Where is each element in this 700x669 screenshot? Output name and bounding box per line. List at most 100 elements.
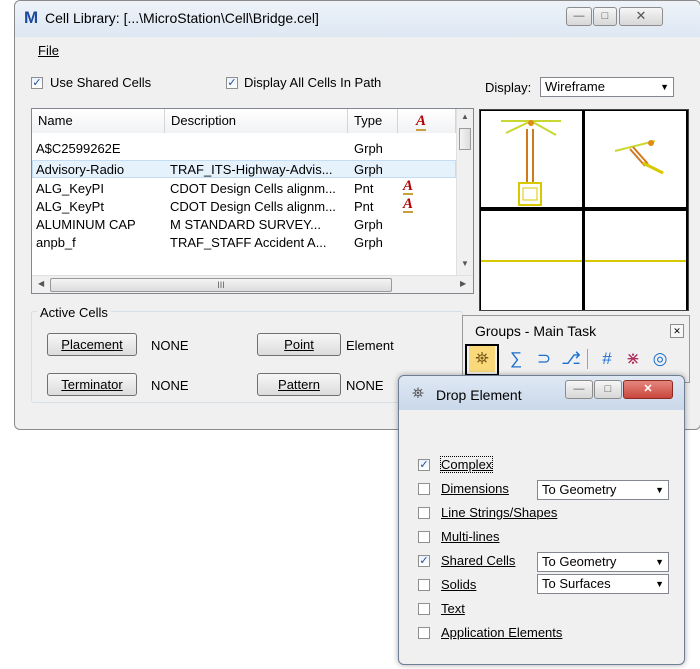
scroll-up-icon[interactable]: ▲ [461, 112, 469, 121]
horizontal-scrollbar[interactable]: ◀ III ▶ [32, 275, 473, 293]
cell-description: M STANDARD SURVEY... [170, 217, 321, 232]
close-icon[interactable]: ✕ [670, 324, 684, 338]
cell-name: anpb_f [36, 235, 76, 250]
create-complex-chain-icon[interactable]: ∑ [503, 346, 529, 372]
close-button[interactable]: ✕ [623, 380, 673, 399]
application-elements-checkbox[interactable] [418, 627, 430, 639]
column-header-type[interactable]: Type [348, 109, 398, 133]
solids-label: Solids [441, 577, 477, 592]
complex-label: Complex [439, 456, 494, 473]
default-cell-icon: A [416, 113, 427, 131]
use-shared-cells-label: Use Shared Cells [50, 75, 152, 90]
close-button[interactable]: ✕ [619, 7, 663, 26]
text-label: Text [441, 601, 465, 616]
cell-name: A$C2599262E [36, 141, 121, 156]
pattern-button-label: Pattern [278, 377, 320, 392]
maximize-button[interactable]: □ [593, 7, 617, 26]
table-row[interactable]: ALUMINUM CAP M STANDARD SURVEY... Grph [32, 216, 456, 234]
table-row[interactable]: A$C2599262E Grph [32, 140, 456, 158]
chevron-down-icon: ▼ [655, 485, 664, 495]
cell-type: Grph [354, 217, 383, 232]
shared-cells-label: Shared Cells [441, 553, 516, 568]
column-header-description[interactable]: Description [165, 109, 348, 133]
create-complex-shape-icon[interactable]: ⊃ [531, 346, 557, 372]
preview-view-top-left [481, 111, 582, 207]
line-strings-checkbox[interactable] [418, 507, 430, 519]
use-shared-cells-checkbox[interactable]: ✓ [31, 77, 43, 89]
pattern-area-icon[interactable]: ◎ [647, 346, 673, 372]
create-region-icon[interactable]: ⎇ [558, 346, 584, 372]
cell-name: Advisory-Radio [36, 162, 125, 177]
scroll-grip: III [217, 280, 225, 290]
point-button[interactable]: Point [257, 333, 341, 356]
cell-type: Grph [354, 162, 383, 177]
menu-file[interactable]: File [38, 43, 59, 58]
point-button-label: Point [284, 337, 314, 352]
complex-checkbox[interactable]: ✓ [418, 459, 430, 471]
solids-mode-value: To Surfaces [542, 576, 611, 591]
window-title: Cell Library: [...\MicroStation\Cell\Bri… [45, 10, 319, 26]
default-cell-icon: A [403, 178, 414, 195]
default-cell-icon: A [403, 196, 414, 213]
table-row-selected[interactable]: Advisory-Radio TRAF_ITS-Highway-Advis...… [32, 160, 456, 178]
cell-description: TRAF_STAFF Accident A... [170, 235, 327, 250]
cell-type: Pnt [354, 181, 374, 196]
crosshatch-area-icon[interactable]: ⋇ [620, 346, 646, 372]
dialog-title: Drop Element [436, 387, 522, 403]
groups-toolbar: Groups - Main Task ✕ ⛯ ∑ ⊃ ⎇ # ⋇ ◎ [462, 315, 690, 383]
vertical-scrollbar[interactable]: ▲ ▼ [456, 109, 473, 275]
active-cells-label: Active Cells [37, 305, 111, 320]
table-row[interactable]: ALG_KeyPI CDOT Design Cells alignm... Pn… [32, 178, 456, 198]
display-mode-value: Wireframe [545, 79, 605, 94]
column-header-name[interactable]: Name [32, 109, 165, 133]
cell-preview [479, 109, 689, 311]
maximize-button[interactable]: □ [594, 380, 622, 399]
table-row[interactable]: ALG_KeyPt CDOT Design Cells alignm... Pn… [32, 196, 456, 216]
cell-name: ALUMINUM CAP [36, 217, 136, 232]
pattern-value: NONE [346, 378, 384, 393]
scroll-down-icon[interactable]: ▼ [461, 259, 469, 268]
cell-preview-drawing [585, 260, 686, 262]
solids-checkbox[interactable] [418, 579, 430, 591]
shared-cells-checkbox[interactable]: ✓ [418, 555, 430, 567]
terminator-value: NONE [151, 378, 189, 393]
drop-element-dialog: ⛯ Drop Element — □ ✕ ✓ Complex Dimension… [398, 375, 685, 665]
title-bar[interactable]: ⛯ Drop Element — □ ✕ [399, 376, 684, 410]
cell-name: ALG_KeyPt [36, 199, 104, 214]
minimize-button[interactable]: — [566, 7, 592, 26]
dimensions-checkbox[interactable] [418, 483, 430, 495]
solids-mode-dropdown[interactable]: To Surfaces ▼ [537, 574, 669, 594]
chevron-down-icon: ▼ [655, 557, 664, 567]
preview-view-bottom-left [481, 211, 582, 310]
cell-type: Grph [354, 235, 383, 250]
scroll-left-icon[interactable]: ◀ [38, 279, 44, 288]
microstation-logo-icon: M [24, 8, 39, 27]
shared-cells-mode-dropdown[interactable]: To Geometry ▼ [537, 552, 669, 572]
placement-button[interactable]: Placement [47, 333, 137, 356]
toolbar-title: Groups - Main Task [475, 323, 597, 339]
dimensions-mode-dropdown[interactable]: To Geometry ▼ [537, 480, 669, 500]
title-bar[interactable]: M Cell Library: [...\MicroStation\Cell\B… [15, 1, 700, 37]
column-header-default[interactable]: A [398, 109, 456, 133]
cell-type: Grph [354, 141, 383, 156]
display-mode-dropdown[interactable]: Wireframe ▼ [540, 77, 674, 97]
scroll-right-icon[interactable]: ▶ [460, 279, 466, 288]
cell-list[interactable]: Name Description Type A A$C2599262E Grph… [31, 108, 474, 294]
cell-preview-drawing [614, 140, 664, 175]
preview-view-bottom-right [585, 211, 686, 310]
scroll-thumb[interactable]: III [50, 278, 392, 292]
multi-lines-label: Multi-lines [441, 529, 500, 544]
terminator-button[interactable]: Terminator [47, 373, 137, 396]
display-all-cells-checkbox[interactable]: ✓ [226, 77, 238, 89]
minimize-button[interactable]: — [565, 380, 593, 399]
display-label: Display: [485, 80, 532, 95]
multi-lines-checkbox[interactable] [418, 531, 430, 543]
hatch-area-icon[interactable]: # [594, 346, 620, 372]
table-row[interactable]: anpb_f TRAF_STAFF Accident A... Grph [32, 234, 456, 252]
text-checkbox[interactable] [418, 603, 430, 615]
chevron-down-icon: ▼ [660, 82, 669, 92]
scroll-thumb[interactable] [459, 128, 471, 150]
drop-element-icon[interactable]: ⛯ [469, 346, 495, 372]
point-value: Element [346, 338, 394, 353]
pattern-button[interactable]: Pattern [257, 373, 341, 396]
